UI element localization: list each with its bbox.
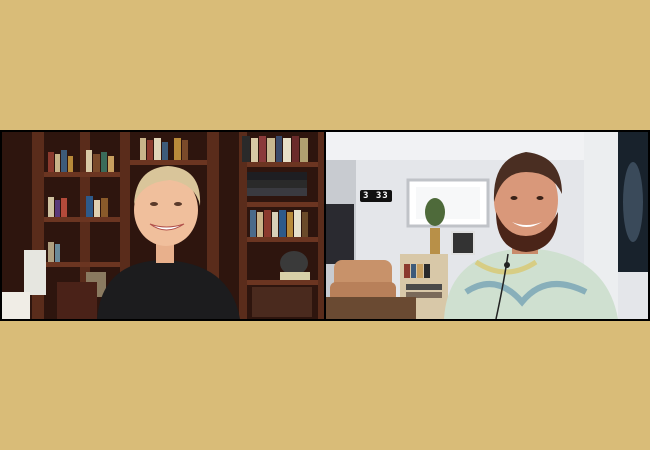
- participant-video-tile-guest[interactable]: 3 33: [326, 132, 648, 319]
- host-video-frame: [2, 132, 324, 319]
- participant-video-tile-host[interactable]: [2, 132, 324, 319]
- video-call-strip: 3 33: [0, 130, 650, 321]
- wall-clock-display: 3 33: [360, 190, 392, 202]
- guest-video-frame: [326, 132, 648, 319]
